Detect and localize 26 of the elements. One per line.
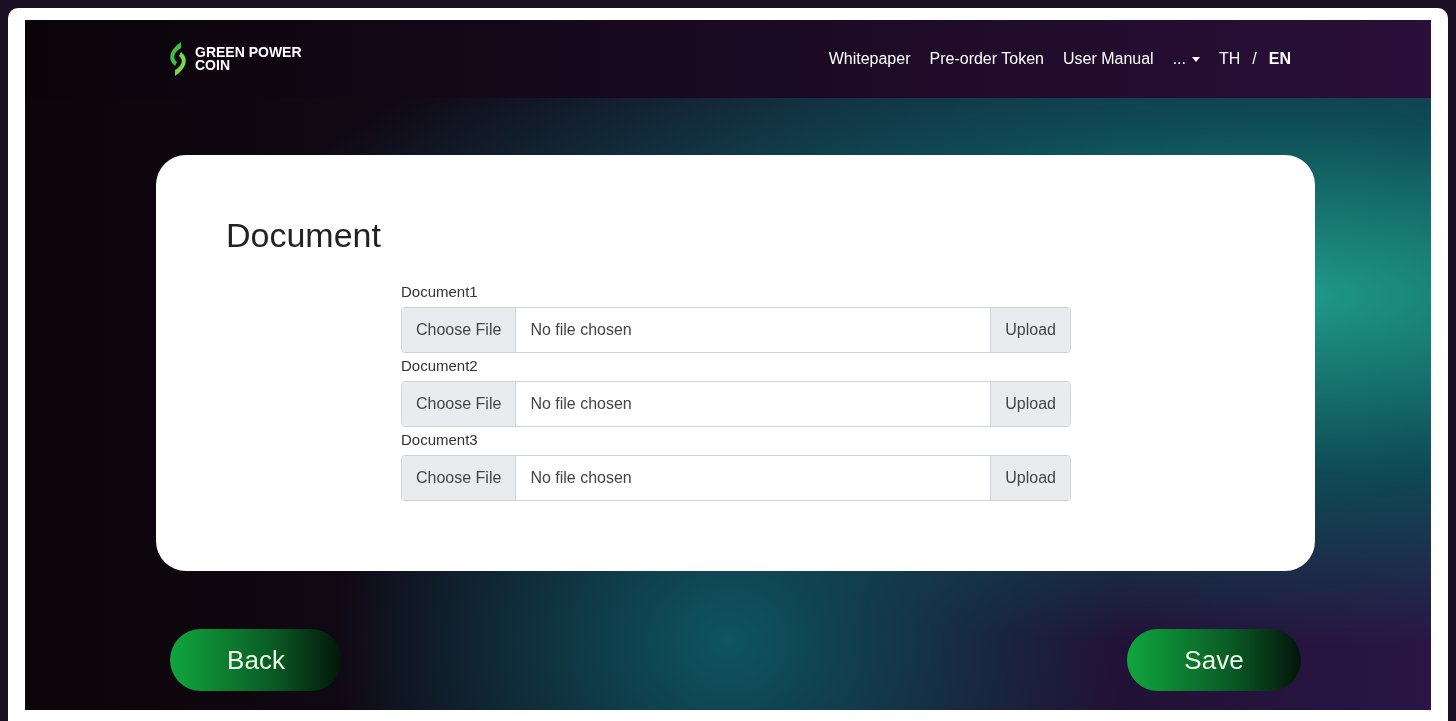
upload-button[interactable]: Upload <box>990 308 1070 352</box>
card-title: Document <box>226 215 382 255</box>
nav-link[interactable]: Whitepaper <box>828 47 911 71</box>
leaf-logo-icon <box>167 40 189 78</box>
field-label: Document3 <box>401 430 479 450</box>
file-input[interactable]: Choose File No file chosen Upload <box>401 455 1071 501</box>
more-menu[interactable]: ... <box>1172 47 1200 71</box>
file-input[interactable]: Choose File No file chosen Upload <box>401 307 1071 353</box>
field-label: Document1 <box>401 282 479 302</box>
caret-icon <box>1192 56 1200 62</box>
brand-name: GREEN POWER <box>195 46 302 59</box>
upload-button[interactable]: Upload <box>990 382 1070 426</box>
choose-file-button[interactable]: Choose File <box>402 456 517 500</box>
language-link[interactable]: TH <box>1219 47 1241 71</box>
language-link[interactable]: EN <box>1268 47 1291 71</box>
field-label: Document2 <box>401 356 479 376</box>
language-separator: / <box>1252 49 1257 69</box>
nav-link[interactable]: Pre-order Token <box>929 47 1044 71</box>
nav-link[interactable]: User Manual <box>1062 47 1154 71</box>
choose-file-button[interactable]: Choose File <box>402 308 517 352</box>
back-button[interactable]: Back <box>170 629 342 691</box>
brand-name: COIN <box>195 59 231 72</box>
upload-button[interactable]: Upload <box>990 456 1070 500</box>
file-input[interactable]: Choose File No file chosen Upload <box>401 381 1071 427</box>
save-button[interactable]: Save <box>1127 629 1301 691</box>
choose-file-button[interactable]: Choose File <box>402 382 517 426</box>
